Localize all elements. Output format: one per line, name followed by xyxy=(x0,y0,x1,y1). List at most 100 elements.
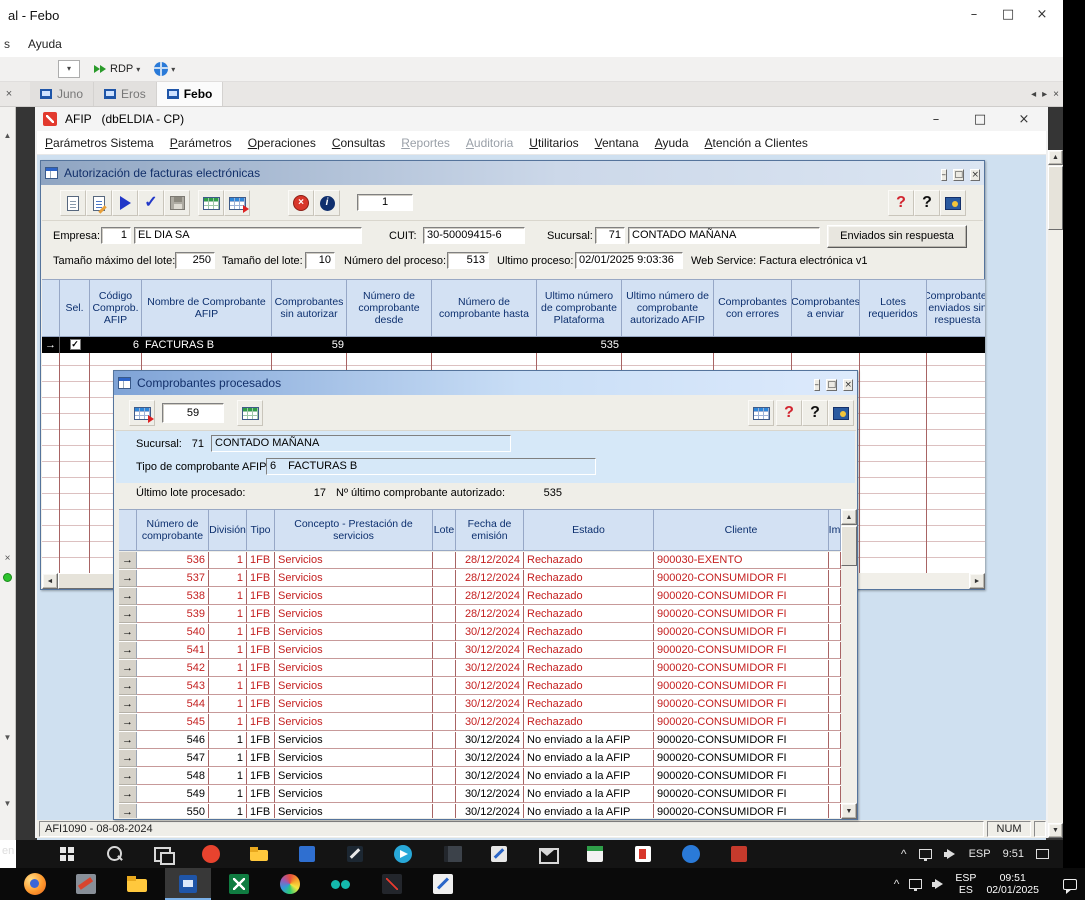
tab-juno[interactable]: Juno xyxy=(30,82,94,106)
scroll-down-icon[interactable]: ▼ xyxy=(0,733,15,742)
row-selector[interactable]: → xyxy=(119,786,137,803)
volume-icon[interactable] xyxy=(944,849,957,860)
excel-tile[interactable] xyxy=(216,868,262,900)
lote-field[interactable]: 10 xyxy=(305,252,335,269)
confirm-button[interactable]: ✓ xyxy=(138,190,164,216)
menu-ventana[interactable]: Ventana xyxy=(587,136,647,150)
globe-connect-button[interactable]: ▾ xyxy=(154,62,175,76)
network-icon[interactable] xyxy=(919,849,932,859)
proceso-field[interactable]: 513 xyxy=(447,252,489,269)
red-circle-app-icon[interactable] xyxy=(200,843,222,865)
pen-app-tile[interactable] xyxy=(420,868,466,900)
pen-app-icon[interactable] xyxy=(344,843,366,865)
red-p-app-icon[interactable] xyxy=(632,843,654,865)
save-button[interactable] xyxy=(164,190,190,216)
row-selector[interactable]: → xyxy=(119,750,137,767)
help-button[interactable]: ? xyxy=(914,190,940,216)
table-row[interactable]: →54511FBServicios30/12/2024Rechazado9000… xyxy=(119,714,841,732)
book-app-icon[interactable] xyxy=(440,843,462,865)
context-help-button[interactable]: ? xyxy=(888,190,914,216)
table-button[interactable] xyxy=(748,400,774,426)
lote-max-field[interactable]: 250 xyxy=(175,252,215,269)
show-desktop-button[interactable] xyxy=(1036,849,1049,859)
sucursal-name-field[interactable]: CONTADO MAÑANA xyxy=(628,227,820,244)
action-center-icon[interactable] xyxy=(1063,879,1077,890)
scroll-down-icon-2[interactable]: ▼ xyxy=(0,799,15,808)
menu-atencion-a-clientes[interactable]: Atención a Clientes xyxy=(697,136,816,150)
file-explorer-icon[interactable] xyxy=(248,843,270,865)
exit-button[interactable] xyxy=(828,400,854,426)
scroll-left-button[interactable]: ◄ xyxy=(42,573,58,589)
empresa-code-field[interactable]: 1 xyxy=(101,227,131,244)
table-row[interactable]: →53611FBServicios28/12/2024Rechazado9000… xyxy=(119,552,841,570)
table-row[interactable]: →54811FBServicios30/12/2024No enviado a … xyxy=(119,768,841,786)
grid-view-button[interactable] xyxy=(198,190,224,216)
table-row[interactable]: →53711FBServicios28/12/2024Rechazado9000… xyxy=(119,570,841,588)
grid-view-button[interactable] xyxy=(237,400,263,426)
scroll-up-icon[interactable]: ▲ xyxy=(0,131,15,140)
proc-titlebar[interactable]: Comprobantes procesados – □ × xyxy=(114,371,857,395)
scroll-up-button[interactable]: ▲ xyxy=(1048,150,1063,165)
sucursal-code-field[interactable]: 71 xyxy=(595,227,625,244)
red-square-app-icon[interactable] xyxy=(728,843,750,865)
row-selector[interactable]: → xyxy=(42,337,60,353)
row-selector[interactable]: → xyxy=(119,642,137,659)
clock[interactable]: 09:5102/01/2025 xyxy=(986,872,1039,896)
scroll-down-button[interactable]: ▼ xyxy=(841,803,857,819)
scroll-down-button[interactable]: ▼ xyxy=(1048,823,1063,838)
task-view-icon[interactable] xyxy=(152,843,174,865)
photos-app-tile[interactable] xyxy=(267,868,313,900)
export-button[interactable] xyxy=(129,400,155,426)
scrollbar-thumb[interactable] xyxy=(841,526,857,566)
tab-scroll-right-icon[interactable]: ▸ xyxy=(1042,89,1047,100)
search-icon[interactable] xyxy=(104,843,126,865)
menu-ayuda[interactable]: Ayuda xyxy=(647,136,697,150)
blue-circle-app-icon[interactable] xyxy=(680,843,702,865)
cancel-button[interactable]: × xyxy=(288,190,314,216)
table-row[interactable]: →54411FBServicios30/12/2024Rechazado9000… xyxy=(119,696,841,714)
menu-parametros-sistema[interactable]: Parámetros Sistema xyxy=(37,136,162,150)
edit-button[interactable] xyxy=(86,190,112,216)
empresa-name-field[interactable]: EL DIA SA xyxy=(134,227,362,244)
mail-app-icon[interactable] xyxy=(536,843,558,865)
exit-button[interactable] xyxy=(940,190,966,216)
row-selector[interactable]: → xyxy=(119,768,137,785)
checkbox[interactable]: ✓ xyxy=(70,339,81,350)
afip-minimize-button[interactable]: – xyxy=(914,107,958,133)
table-row[interactable]: →54611FBServicios30/12/2024No enviado a … xyxy=(119,732,841,750)
row-selector[interactable]: → xyxy=(119,606,137,623)
new-button[interactable] xyxy=(60,190,86,216)
enviados-sin-respuesta-button[interactable]: Enviados sin respuesta xyxy=(827,225,967,248)
row-selector[interactable]: → xyxy=(119,678,137,695)
dock-close-icon[interactable]: × xyxy=(0,553,15,564)
help-button[interactable]: ? xyxy=(802,400,828,426)
security-app-tile[interactable] xyxy=(369,868,415,900)
menu-consultas[interactable]: Consultas xyxy=(324,136,393,150)
connection-dropdown[interactable]: ▾ xyxy=(58,60,80,78)
row-selector[interactable]: → xyxy=(119,660,137,677)
row-selector[interactable]: → xyxy=(119,714,137,731)
firefox-tile[interactable] xyxy=(12,868,58,900)
menu-reportes[interactable]: Reportes xyxy=(393,136,458,150)
tray-chevron-icon[interactable]: ^ xyxy=(894,878,900,890)
auth-titlebar[interactable]: Autorización de facturas electrónicas – … xyxy=(41,161,984,185)
network-icon[interactable] xyxy=(909,879,922,889)
context-help-button[interactable]: ? xyxy=(776,400,802,426)
tray-chevron-icon[interactable]: ^ xyxy=(901,848,907,860)
proc-minimize-button[interactable]: – xyxy=(814,379,821,391)
language-indicator[interactable]: ESPES xyxy=(955,872,976,896)
proc-maximize-button[interactable]: □ xyxy=(826,379,837,391)
scroll-up-button[interactable]: ▲ xyxy=(841,509,857,525)
scroll-right-button[interactable]: ► xyxy=(969,573,985,589)
language-indicator[interactable]: ESP xyxy=(969,848,991,860)
info-button[interactable]: i xyxy=(314,190,340,216)
outer-titlebar[interactable]: al - Febo – □ × xyxy=(0,0,1063,30)
scrollbar-thumb[interactable] xyxy=(1048,166,1063,230)
menu-auditoria[interactable]: Auditoria xyxy=(458,136,521,150)
table-row[interactable]: →54311FBServicios30/12/2024Rechazado9000… xyxy=(119,678,841,696)
count-field[interactable]: 59 xyxy=(162,403,224,423)
remote-app-active-tile[interactable] xyxy=(165,868,211,900)
menu-item-cut[interactable]: s xyxy=(4,37,10,51)
outer-minimize-button[interactable]: – xyxy=(957,2,991,28)
menu-item-ayuda[interactable]: Ayuda xyxy=(28,37,62,51)
